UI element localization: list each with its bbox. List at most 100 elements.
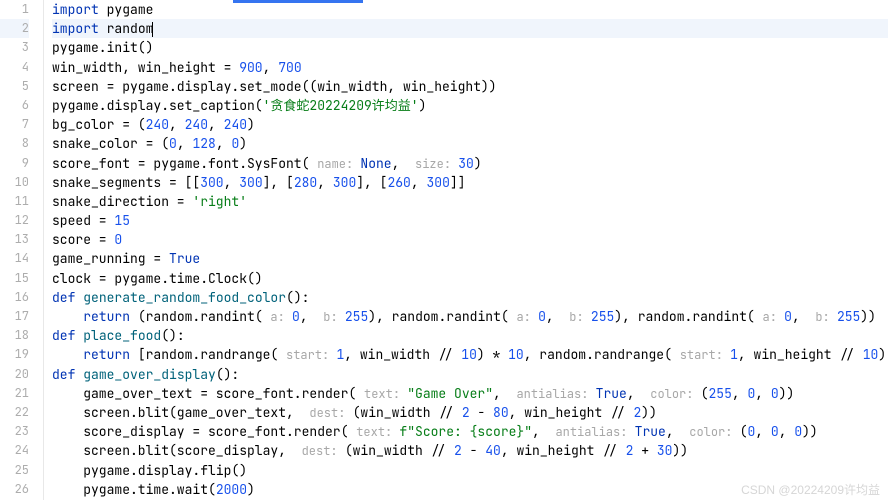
line-number[interactable]: 14 (0, 249, 29, 268)
token-ident: screen.blit(score_display, (83, 442, 301, 459)
line-number[interactable]: 4 (0, 58, 29, 77)
line-number[interactable]: 18 (0, 326, 29, 345)
line-number[interactable]: 16 (0, 288, 29, 307)
code-line[interactable]: return (random.randint( a: 0, b: 255), r… (52, 307, 888, 326)
code-line[interactable]: speed = 15 (52, 211, 888, 230)
token-num: 240 (224, 116, 247, 133)
code-line[interactable]: score = 0 (52, 230, 888, 249)
line-number[interactable]: 12 (0, 211, 29, 230)
token-num: 0 (114, 231, 122, 248)
line-number[interactable]: 17 (0, 307, 29, 326)
token-num: 2 (462, 404, 470, 421)
line-number[interactable]: 3 (0, 38, 29, 57)
code-line[interactable]: clock = pygame.time.Clock() (52, 269, 888, 288)
token-hint: b: (815, 309, 837, 325)
code-line[interactable]: def game_over_display(): (52, 365, 888, 384)
token-ident: snake_color = ( (52, 135, 169, 152)
token-ident: random (107, 20, 154, 37)
token-bool: True (596, 385, 627, 402)
code-line[interactable]: return [random.randrange( start: 1, win_… (52, 345, 888, 364)
line-number[interactable]: 13 (0, 230, 29, 249)
code-line[interactable]: screen = pygame.display.set_mode((win_wi… (52, 77, 888, 96)
token-ident: - (470, 404, 493, 421)
token-kw: def (52, 289, 75, 306)
token-num: 240 (185, 116, 208, 133)
token-ident: ), random.randint( (368, 308, 516, 325)
token-def-name: generate_random_food_color (83, 289, 286, 306)
token-ident: , win_width // (344, 346, 461, 363)
code-line[interactable]: win_width, win_height = 900, 700 (52, 58, 888, 77)
token-num: 40 (485, 442, 501, 459)
code-line[interactable]: score_display = score_font.render( text:… (52, 422, 888, 441)
line-number[interactable]: 23 (0, 422, 29, 441)
line-number[interactable]: 5 (0, 77, 29, 96)
line-number[interactable]: 20 (0, 365, 29, 384)
code-line[interactable]: def place_food(): (52, 326, 888, 345)
token-ident: , (666, 423, 689, 440)
line-number-gutter[interactable]: 1234567891011121314151617181920212223242… (0, 0, 44, 500)
code-line[interactable]: screen.blit(game_over_text, dest: (win_w… (52, 403, 888, 422)
line-number[interactable]: 19 (0, 345, 29, 364)
code-editor[interactable]: 1234567891011121314151617181920212223242… (0, 0, 888, 500)
token-ident: , (317, 174, 333, 191)
line-number[interactable]: 8 (0, 134, 29, 153)
token-str: '贪食蛇20224209许均益' (263, 97, 419, 114)
token-ident: - (462, 442, 485, 459)
token-ident: , (263, 59, 279, 76)
token-ident: win_width, win_height = (52, 59, 239, 76)
code-line[interactable]: pygame.display.flip() (52, 461, 888, 480)
code-line[interactable]: game_over_text = score_font.render( text… (52, 384, 888, 403)
code-line[interactable]: snake_color = (0, 128, 0) (52, 134, 888, 153)
code-line[interactable]: screen.blit(score_display, dest: (win_wi… (52, 441, 888, 460)
token-num: 10 (461, 346, 477, 363)
code-line[interactable]: import random (52, 19, 888, 38)
token-ident: (win_width // (345, 442, 454, 459)
line-number[interactable]: 21 (0, 384, 29, 403)
token-ident: , win_height // (738, 346, 863, 363)
token-ident: ], [ (356, 174, 387, 191)
line-number[interactable]: 22 (0, 403, 29, 422)
code-line[interactable]: pygame.init() (52, 38, 888, 57)
code-line[interactable]: score_font = pygame.font.SysFont( name: … (52, 154, 888, 173)
token-ident: , random.randrange( (524, 346, 680, 363)
line-number[interactable]: 15 (0, 269, 29, 288)
token-hint: color: (650, 386, 700, 402)
token-ident: , win_height // (501, 442, 626, 459)
token-str: "Game Over" (407, 385, 493, 402)
line-number[interactable]: 9 (0, 154, 29, 173)
token-num: 30 (458, 155, 474, 172)
line-number[interactable]: 26 (0, 480, 29, 499)
token-num: 0 (169, 135, 177, 152)
code-line[interactable]: pygame.display.set_caption('贪食蛇20224209许… (52, 96, 888, 115)
token-ident: pygame.time.wait( (83, 481, 216, 498)
token-ident: , (532, 423, 555, 440)
code-line[interactable]: snake_direction = 'right' (52, 192, 888, 211)
token-ident: (): (161, 327, 184, 344)
code-line[interactable]: def generate_random_food_color(): (52, 288, 888, 307)
line-number[interactable]: 1 (0, 0, 29, 19)
line-number[interactable]: 24 (0, 441, 29, 460)
token-str: 'right' (192, 193, 247, 210)
code-line[interactable]: snake_segments = [[300, 300], [280, 300]… (52, 173, 888, 192)
token-hint: a: (270, 309, 292, 325)
token-hint: a: (763, 309, 785, 325)
line-number[interactable]: 7 (0, 115, 29, 134)
token-bool: True (169, 250, 200, 267)
token-ident: [random.randrange( (130, 346, 286, 363)
line-number[interactable]: 25 (0, 461, 29, 480)
token-ident: , (755, 423, 771, 440)
line-number[interactable]: 11 (0, 192, 29, 211)
code-area[interactable]: import pygameimport randompygame.init()w… (44, 0, 888, 500)
token-ident: , (792, 308, 815, 325)
token-ident: speed = (52, 212, 114, 229)
token-ident: )) (860, 308, 876, 325)
code-line[interactable]: game_running = True (52, 249, 888, 268)
line-number[interactable]: 10 (0, 173, 29, 192)
line-number[interactable]: 6 (0, 96, 29, 115)
token-ident: , (755, 385, 771, 402)
line-number[interactable]: 2 (0, 19, 29, 38)
text-cursor (152, 22, 153, 37)
code-line[interactable]: bg_color = (240, 240, 240) (52, 115, 888, 134)
code-line[interactable]: import pygame (52, 0, 888, 19)
token-hint: dest: (302, 443, 345, 459)
